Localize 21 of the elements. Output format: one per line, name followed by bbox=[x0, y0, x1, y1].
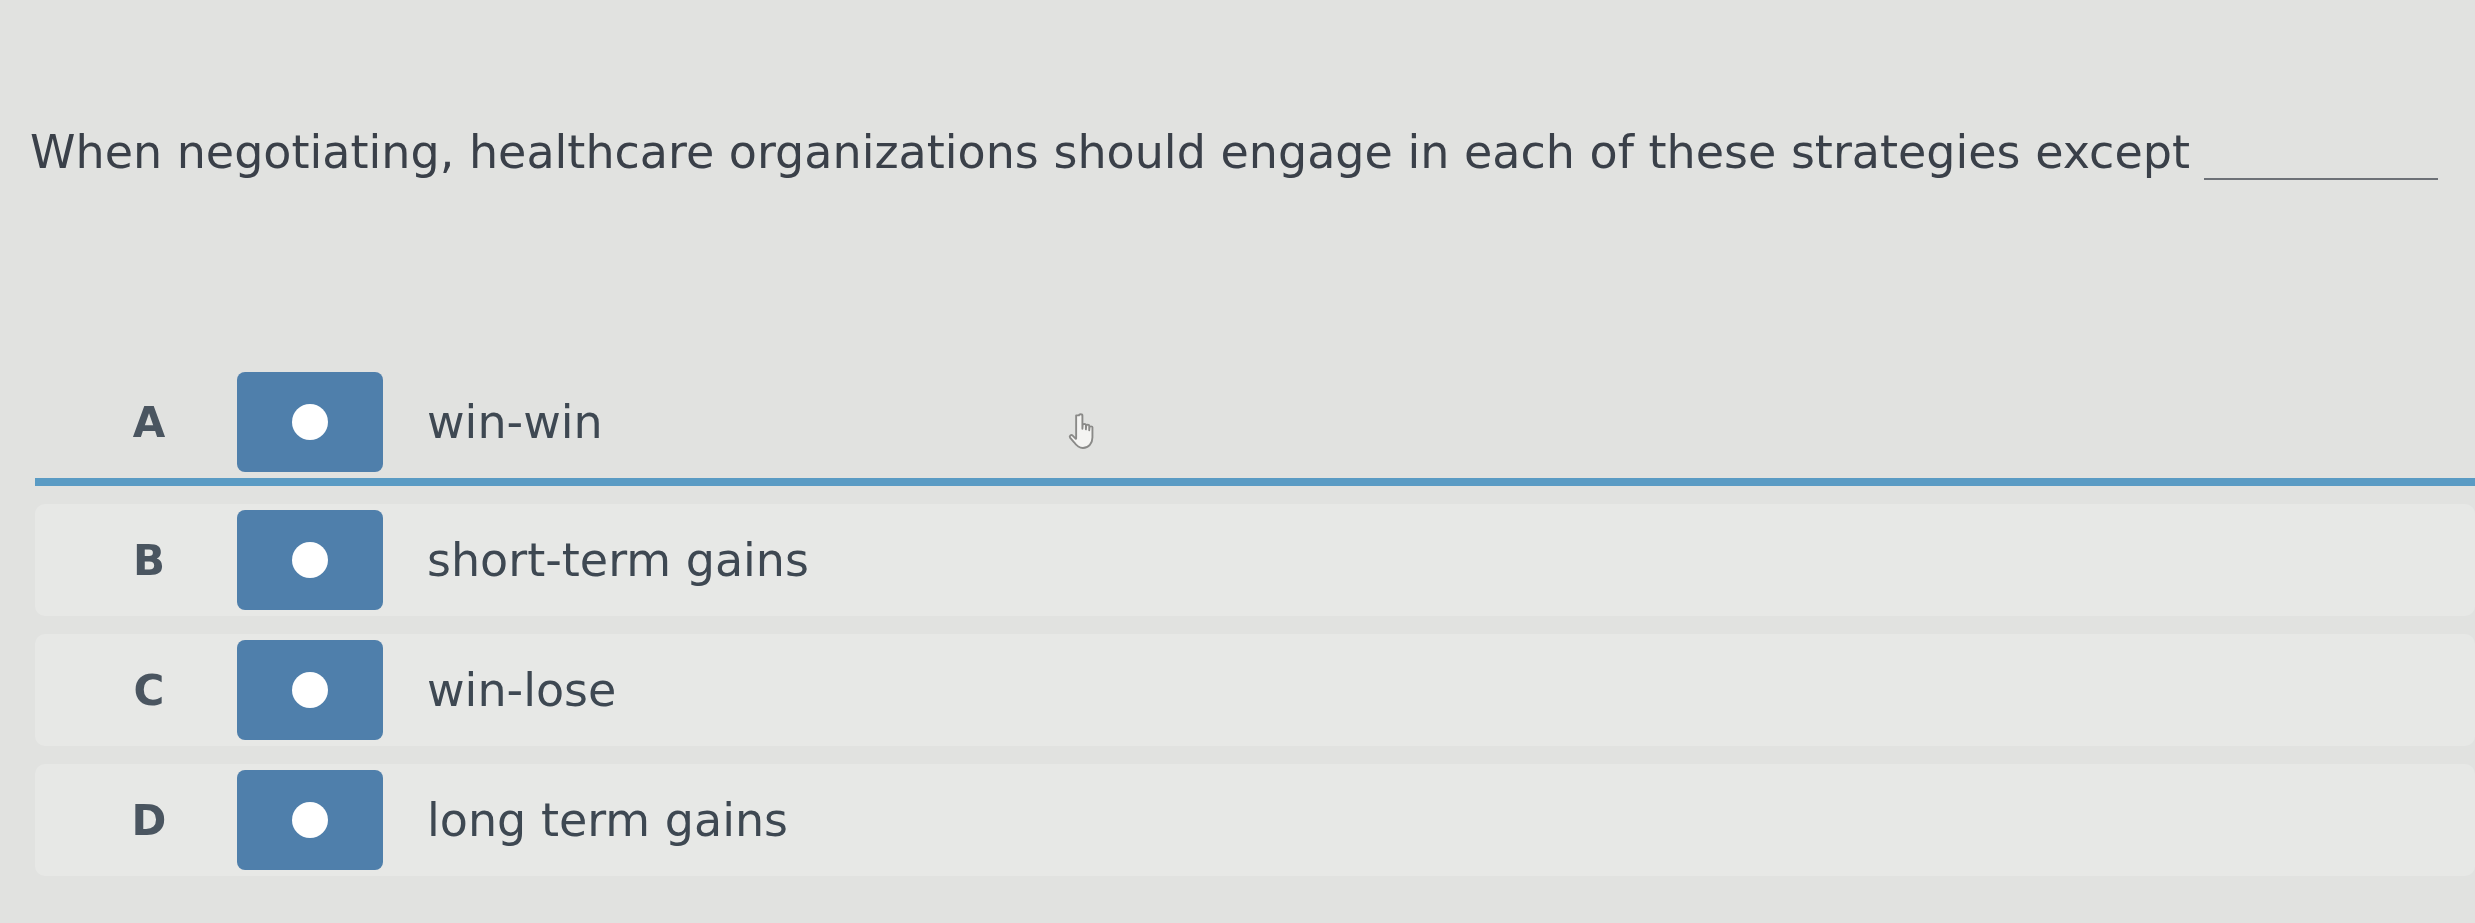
radio-button[interactable] bbox=[237, 372, 383, 472]
question-text: When negotiating, healthcare organizations should engage in each of these strategies except bbox=[30, 124, 2190, 180]
option-label: win-win bbox=[427, 394, 603, 450]
option-letter: D bbox=[130, 795, 168, 845]
radio-circle-icon bbox=[292, 802, 328, 838]
radio-button[interactable] bbox=[237, 770, 383, 870]
option-row[interactable]: A win-win bbox=[35, 366, 2475, 486]
option-row[interactable]: B short-term gains bbox=[35, 504, 2475, 616]
option-letter: A bbox=[131, 397, 167, 447]
option-row[interactable]: C win-lose bbox=[35, 634, 2475, 746]
radio-circle-icon bbox=[292, 672, 328, 708]
radio-button[interactable] bbox=[237, 640, 383, 740]
radio-circle-icon bbox=[292, 404, 328, 440]
option-label: short-term gains bbox=[427, 532, 809, 588]
option-label: long term gains bbox=[427, 792, 789, 848]
radio-button[interactable] bbox=[237, 510, 383, 610]
option-letter: B bbox=[132, 535, 166, 585]
option-label: win-lose bbox=[427, 662, 617, 718]
radio-circle-icon bbox=[292, 542, 328, 578]
option-row[interactable]: D long term gains bbox=[35, 764, 2475, 876]
option-letter: C bbox=[132, 665, 166, 715]
